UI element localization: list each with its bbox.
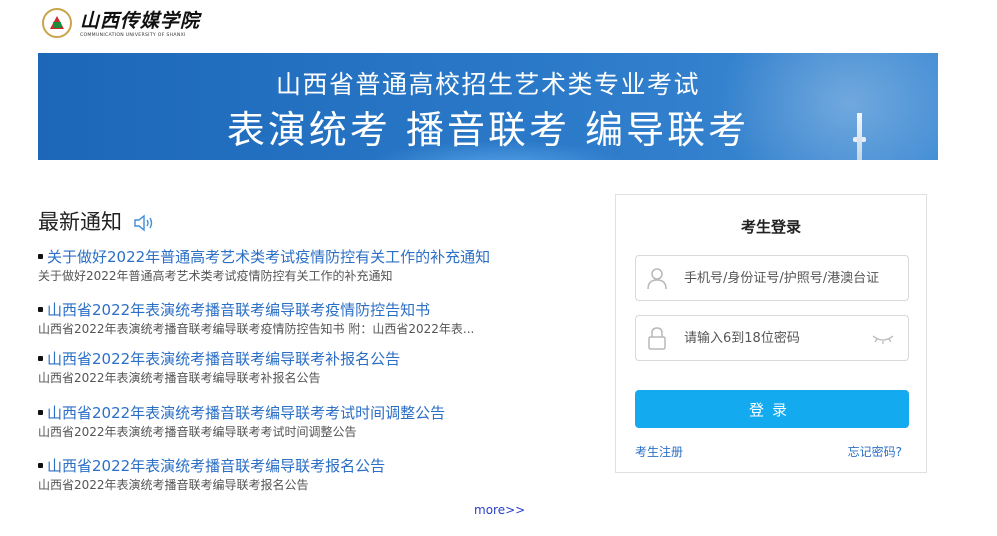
id-field[interactable] <box>635 255 909 301</box>
password-input[interactable] <box>682 327 882 349</box>
university-english-name: COMMUNICATION UNIVERSITY OF SHANXI <box>80 33 186 38</box>
register-link[interactable]: 考生注册 <box>635 443 683 460</box>
lock-icon <box>648 327 666 350</box>
user-icon <box>647 268 667 290</box>
news-item-link[interactable]: 山西省2022年表演统考播音联考编导联考疫情防控告知书 <box>47 299 430 320</box>
login-panel: 考生登录 登录 考生注册 忘记密码? <box>615 194 927 473</box>
login-button[interactable]: 登录 <box>635 390 909 428</box>
speaker-icon <box>134 214 153 232</box>
news-item-summary: 关于做好2022年普通高考艺术类考试疫情防控有关工作的补充通知 <box>38 269 393 283</box>
more-news-link[interactable]: more>> <box>474 503 525 517</box>
news-item-link[interactable]: 山西省2022年表演统考播音联考编导联考考试时间调整公告 <box>47 402 445 423</box>
login-title: 考生登录 <box>740 218 801 236</box>
university-logo-icon[interactable] <box>42 8 72 38</box>
news-item-link[interactable]: 关于做好2022年普通高考艺术类考试疫情防控有关工作的补充通知 <box>47 246 490 267</box>
bullet-icon <box>38 254 43 259</box>
id-input[interactable] <box>682 267 882 289</box>
hero-banner: 山西省普通高校招生艺术类专业考试 表演统考 播音联考 编导联考 <box>38 53 938 160</box>
bullet-icon <box>38 307 43 312</box>
site-header: 山西传媒学院 COMMUNICATION UNIVERSITY OF SHANX… <box>38 6 438 46</box>
password-field[interactable] <box>635 315 909 361</box>
bullet-icon <box>38 410 43 415</box>
news-item-link[interactable]: 山西省2022年表演统考播音联考编导联考报名公告 <box>47 455 385 476</box>
news-item-summary: 山西省2022年表演统考播音联考编导联考补报名公告 <box>38 371 321 385</box>
news-item-summary: 山西省2022年表演统考播音联考编导联考报名公告 <box>38 478 309 492</box>
university-name[interactable]: 山西传媒学院 <box>80 6 200 33</box>
news-item-link[interactable]: 山西省2022年表演统考播音联考编导联考补报名公告 <box>47 348 400 369</box>
bullet-icon <box>38 463 43 468</box>
bullet-icon <box>38 356 43 361</box>
eye-closed-icon[interactable] <box>872 333 894 345</box>
news-heading: 最新通知 <box>38 210 122 234</box>
news-item-summary: 山西省2022年表演统考播音联考编导联考疫情防控告知书 附：山西省2022年表.… <box>38 322 475 336</box>
banner-subtitle: 山西省普通高校招生艺术类专业考试 <box>275 70 700 99</box>
banner-title: 表演统考 播音联考 编导联考 <box>226 108 750 152</box>
news-item-summary: 山西省2022年表演统考播音联考编导联考考试时间调整公告 <box>38 425 357 439</box>
forgot-password-link[interactable]: 忘记密码? <box>848 443 902 460</box>
